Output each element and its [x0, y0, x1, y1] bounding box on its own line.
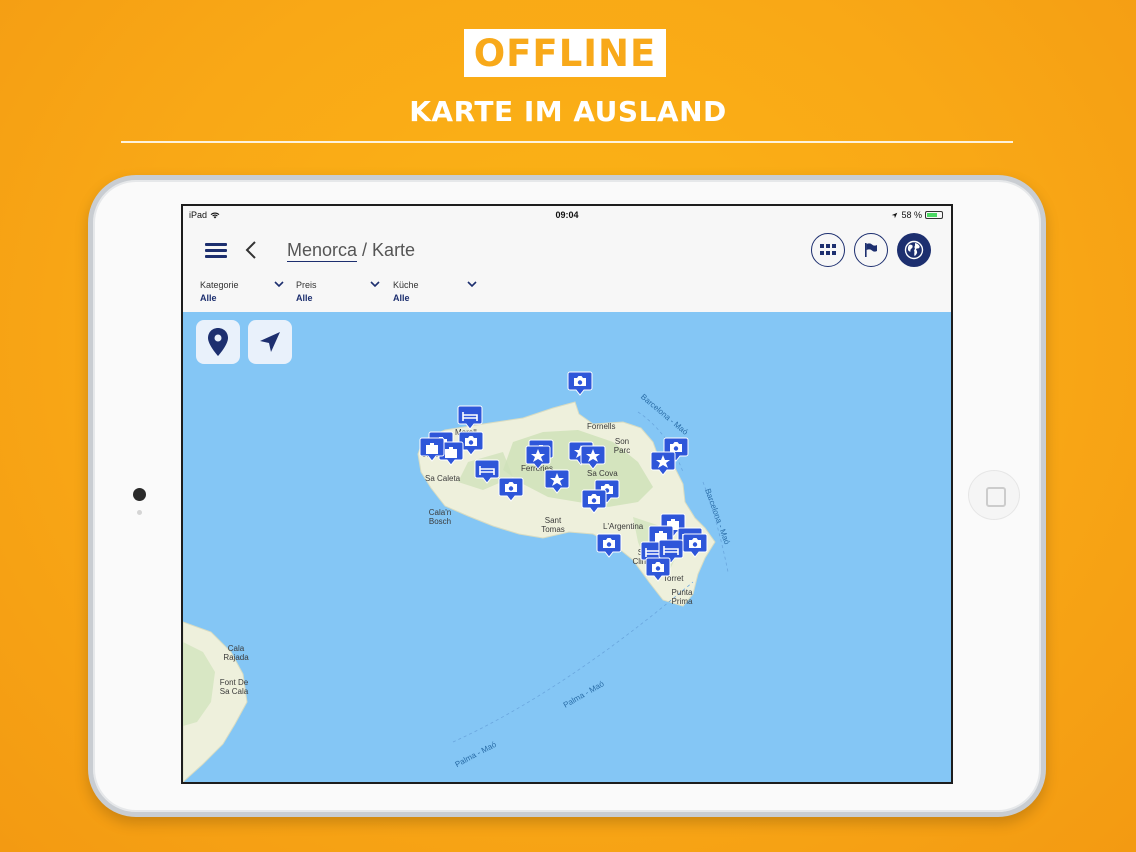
- flag-button[interactable]: [854, 233, 888, 267]
- map-marker-star[interactable]: [580, 445, 606, 470]
- home-button[interactable]: [968, 470, 1020, 520]
- filter-kueche-value: Alle: [393, 293, 410, 303]
- promo-divider: [121, 141, 1013, 143]
- status-time: 09:04: [555, 210, 579, 220]
- filter-preis-label: Preis: [296, 280, 317, 290]
- filter-preis[interactable]: Preis Alle: [296, 280, 380, 308]
- chevron-down-icon: [274, 281, 284, 288]
- filter-kategorie-label: Kategorie: [200, 280, 239, 290]
- breadcrumb-menorca-link[interactable]: Menorca: [287, 240, 358, 262]
- map-markers: [419, 371, 708, 582]
- camera-icon: [133, 488, 146, 501]
- map-marker-camera[interactable]: [645, 557, 671, 582]
- sensor-dot: [137, 510, 142, 515]
- battery-icon: [925, 211, 943, 219]
- status-bar: iPad 09:04 58 %: [183, 206, 951, 224]
- map-marker-star[interactable]: [544, 469, 570, 494]
- map-marker-camera[interactable]: [596, 533, 622, 558]
- chevron-down-icon: [467, 281, 477, 288]
- breadcrumb-separator: /: [357, 240, 373, 260]
- promo-subheadline: KARTE IM AUSLAND: [409, 95, 727, 128]
- map-marker-star[interactable]: [650, 451, 676, 476]
- map-marker-camera[interactable]: [581, 489, 607, 514]
- grid-icon: [820, 244, 836, 255]
- filter-kueche[interactable]: Küche Alle: [393, 280, 477, 308]
- globe-button[interactable]: [897, 233, 931, 267]
- map-marker-camera[interactable]: [567, 371, 593, 396]
- grid-view-button[interactable]: [811, 233, 845, 267]
- breadcrumb-current: Karte: [372, 240, 416, 260]
- filter-kategorie[interactable]: Kategorie Alle: [200, 280, 284, 308]
- map-marker-star[interactable]: [525, 445, 551, 470]
- filter-kategorie-value: Alle: [200, 293, 217, 303]
- map-marker-camera[interactable]: [682, 533, 708, 558]
- filter-kueche-label: Küche: [393, 280, 419, 290]
- hamburger-menu-icon[interactable]: [205, 243, 227, 261]
- map-marker-bed[interactable]: [457, 405, 483, 430]
- nav-bar: Menorca / Karte Kategorie Alle Preis All…: [183, 224, 951, 313]
- app-screen: iPad 09:04 58 % Menorca / Karte Kategori…: [181, 204, 953, 784]
- chevron-left-icon[interactable]: [245, 237, 257, 265]
- status-right: 58 %: [891, 210, 943, 220]
- flag-icon: [865, 243, 877, 257]
- map-marker-camera[interactable]: [498, 477, 524, 502]
- page-title: Menorca / Karte: [287, 240, 416, 262]
- location-arrow-icon: [892, 212, 898, 218]
- promo-headline: OFFLINE: [464, 29, 666, 77]
- map-marker-bed[interactable]: [474, 459, 500, 484]
- chevron-down-icon: [370, 281, 380, 288]
- map-view[interactable]: Fornells Son Parc Morell Ciutadella Ferr…: [183, 312, 951, 782]
- battery-percent: 58 %: [901, 210, 922, 220]
- globe-icon: [904, 240, 924, 260]
- filter-preis-value: Alle: [296, 293, 313, 303]
